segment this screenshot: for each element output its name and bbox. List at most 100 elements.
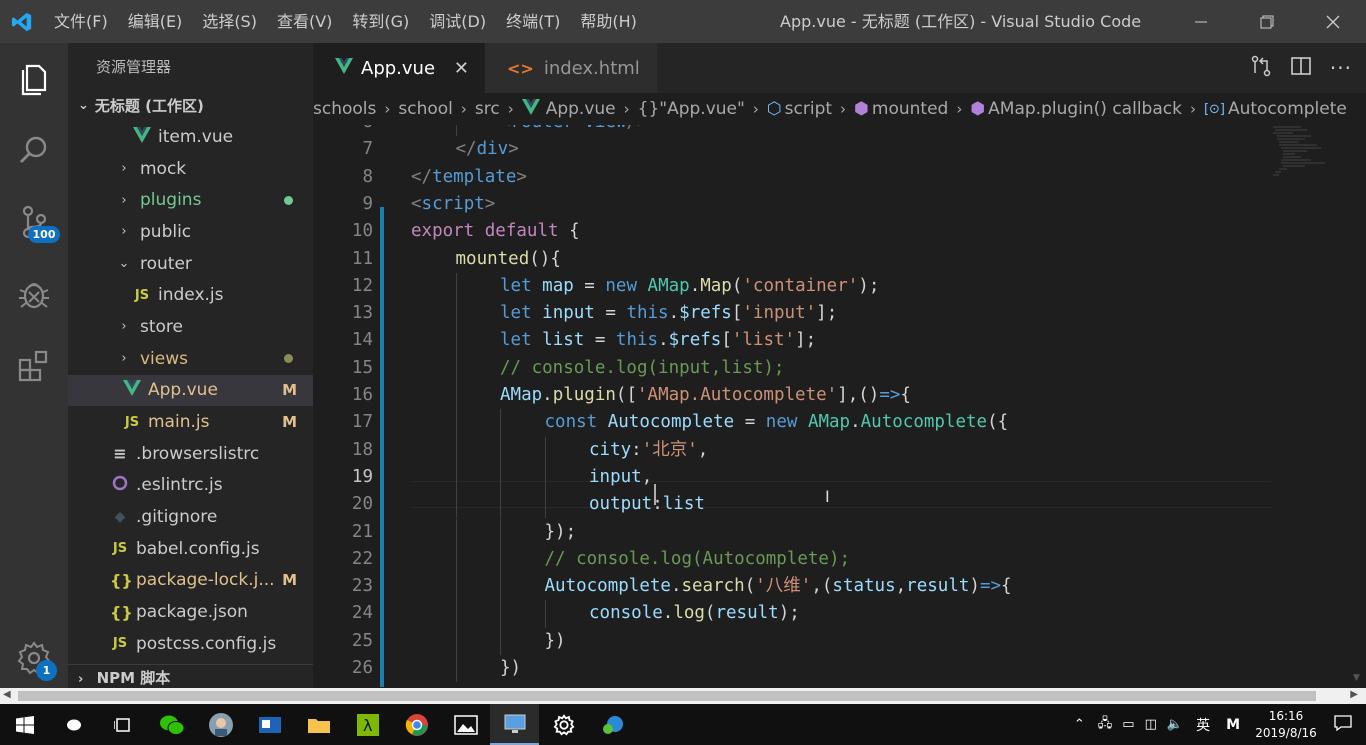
breadcrumb-file[interactable]: App.vue bbox=[521, 98, 616, 120]
battery-icon[interactable]: ▭ bbox=[1122, 717, 1134, 732]
remote-desktop-icon[interactable] bbox=[490, 704, 539, 745]
breadcrumb-callback[interactable]: ⬢ AMap.plugin() callback bbox=[970, 99, 1182, 119]
tree-item[interactable]: JS index.js bbox=[68, 279, 313, 311]
lambda-app-icon[interactable]: λ bbox=[343, 704, 392, 745]
window-title: App.vue - 无标题 (工作区) - Visual Studio Code bbox=[780, 12, 1142, 31]
tree-item[interactable]: › plugins bbox=[68, 184, 313, 216]
breadcrumb-src[interactable]: src bbox=[475, 99, 500, 119]
source-control-icon[interactable]: 100 bbox=[0, 187, 68, 257]
extensions-icon[interactable] bbox=[0, 331, 68, 401]
menu-view[interactable]: 查看(V) bbox=[267, 0, 342, 43]
search-icon[interactable] bbox=[0, 115, 68, 185]
clock[interactable]: 16:16 2019/8/16 bbox=[1248, 708, 1324, 742]
explorer-icon[interactable] bbox=[0, 43, 68, 113]
restore-button[interactable] bbox=[1234, 0, 1300, 43]
chevron-up-icon[interactable]: ⌃ bbox=[1074, 717, 1085, 732]
network-app-icon[interactable] bbox=[588, 704, 637, 745]
tree-item[interactable]: ◆ .gitignore bbox=[68, 501, 313, 533]
chrome-icon[interactable] bbox=[392, 704, 441, 745]
tree-item[interactable]: item.vue bbox=[68, 121, 313, 153]
indent-guide bbox=[500, 436, 501, 464]
ime-mode-indicator[interactable]: M bbox=[1226, 717, 1240, 733]
task-view-icon[interactable] bbox=[98, 704, 147, 745]
debug-icon[interactable] bbox=[0, 259, 68, 329]
chevron-right-icon: › bbox=[121, 351, 127, 367]
vue-file-icon bbox=[132, 126, 152, 147]
settings-gear-icon[interactable]: 1 bbox=[0, 623, 68, 693]
code-token: input bbox=[589, 466, 642, 487]
close-tab-icon[interactable]: ✕ bbox=[454, 58, 469, 79]
scroll-down-arrow-icon[interactable]: ▼ bbox=[1353, 673, 1360, 683]
menu-debug[interactable]: 调试(D) bbox=[419, 0, 496, 43]
tree-item[interactable]: JS babel.config.js bbox=[68, 533, 313, 565]
code-line: 6 <router-view/> bbox=[313, 125, 1353, 137]
workspace-header[interactable]: ⌄ 无标题 (工作区) bbox=[68, 91, 313, 121]
scroll-right-arrow-icon[interactable]: ▶ bbox=[1350, 689, 1358, 700]
tree-item[interactable]: › mock bbox=[68, 153, 313, 185]
network-tray-icon[interactable]: 🖧 bbox=[1098, 714, 1113, 736]
breadcrumb-school[interactable]: school bbox=[398, 99, 453, 119]
menu-help[interactable]: 帮助(H) bbox=[570, 0, 647, 43]
scroll-left-arrow-icon[interactable]: ◀ bbox=[3, 689, 11, 700]
tree-item[interactable]: JS postcss.config.js bbox=[68, 628, 313, 660]
wechat-icon[interactable] bbox=[147, 704, 196, 745]
breadcrumb-module[interactable]: {}"App.vue" bbox=[638, 99, 745, 119]
code-token: '北京' bbox=[641, 439, 698, 460]
line-number: 26 bbox=[351, 658, 373, 678]
tree-item[interactable]: App.vue M bbox=[68, 374, 313, 407]
split-editor-icon[interactable] bbox=[1290, 55, 1312, 81]
breadcrumb-schools[interactable]: schools bbox=[313, 99, 376, 119]
minimize-button[interactable] bbox=[1168, 0, 1234, 43]
code-token: . bbox=[670, 576, 682, 597]
menu-go[interactable]: 转到(G) bbox=[342, 0, 419, 43]
tree-item[interactable]: › public bbox=[68, 216, 313, 248]
menu-edit[interactable]: 编辑(E) bbox=[118, 0, 193, 43]
tree-item[interactable]: JS main.js M bbox=[68, 406, 313, 438]
code-text: }) bbox=[500, 655, 521, 682]
breadcrumb-autocomplete[interactable]: [⊙] Autocomplete bbox=[1204, 99, 1347, 119]
tree-item[interactable]: {} package-lock.j... M bbox=[68, 565, 313, 597]
tab-app-vue[interactable]: App.vue ✕ bbox=[313, 43, 485, 93]
volume-icon[interactable]: 🔈 bbox=[1167, 717, 1183, 732]
open-changes-icon[interactable] bbox=[1250, 55, 1272, 81]
indent-guide bbox=[500, 491, 501, 519]
more-actions-icon[interactable]: ··· bbox=[1330, 56, 1352, 80]
npm-scripts-header[interactable]: › NPM 脚本 bbox=[68, 664, 313, 688]
horizontal-scrollbar[interactable]: ◀ ▶ bbox=[0, 688, 1366, 704]
tree-item[interactable]: › views bbox=[68, 343, 313, 375]
code-editor[interactable]: 6<router-view/>7</div>8</template>9<scri… bbox=[313, 125, 1353, 688]
code-token: default bbox=[484, 221, 559, 242]
notifications-icon[interactable] bbox=[1334, 714, 1352, 735]
tree-item[interactable]: ⌄ router bbox=[68, 248, 313, 280]
ime-indicator[interactable]: 英 bbox=[1196, 715, 1210, 735]
photos-icon[interactable] bbox=[441, 704, 490, 745]
tree-item[interactable]: .eslintrc.js bbox=[68, 470, 313, 502]
tree-item[interactable]: › store bbox=[68, 311, 313, 343]
settings-app-icon[interactable] bbox=[539, 704, 588, 745]
news-app-icon[interactable] bbox=[245, 704, 294, 745]
breadcrumb-script[interactable]: ⬡ script bbox=[767, 99, 832, 119]
wifi-icon[interactable]: ◫ bbox=[1145, 717, 1157, 732]
line-number: 24 bbox=[351, 603, 373, 624]
scrollbar-thumb[interactable] bbox=[18, 691, 1316, 701]
code-text: </div> bbox=[456, 136, 519, 163]
windows-start-icon[interactable] bbox=[0, 704, 49, 745]
tree-item[interactable]: ≡ .browserslistrc bbox=[68, 438, 313, 470]
tree-item[interactable]: {} package.json bbox=[68, 596, 313, 628]
code-text: let input = this.$refs['input']; bbox=[500, 300, 837, 327]
breadcrumb-mounted[interactable]: ⬢ mounted bbox=[854, 99, 948, 119]
minimap[interactable] bbox=[1271, 125, 1341, 185]
menu-selection[interactable]: 选择(S) bbox=[192, 0, 267, 43]
vertical-scrollbar[interactable]: ▼ bbox=[1353, 93, 1366, 688]
indent-guide bbox=[500, 518, 501, 546]
tree-item-label: package-lock.j... bbox=[136, 570, 275, 591]
code-text: output:list bbox=[589, 491, 705, 518]
menu-file[interactable]: 文件(F) bbox=[44, 0, 118, 43]
code-token: AMap bbox=[500, 385, 543, 405]
file-explorer-icon[interactable] bbox=[294, 704, 343, 745]
close-button[interactable] bbox=[1300, 0, 1366, 43]
cortana-icon[interactable] bbox=[49, 704, 98, 745]
tab-index-html[interactable]: <> index.html bbox=[485, 43, 657, 93]
avatar-app-icon[interactable] bbox=[196, 704, 245, 745]
menu-terminal[interactable]: 终端(T) bbox=[496, 0, 570, 43]
